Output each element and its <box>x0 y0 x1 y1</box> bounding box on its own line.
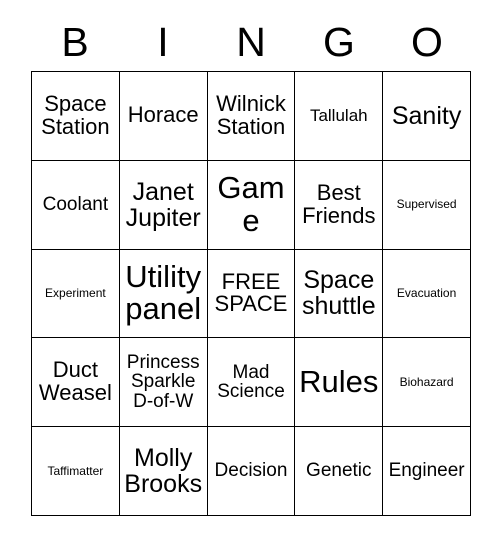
bingo-cell-label: Sanity <box>391 101 462 130</box>
bingo-cell-r5c2[interactable]: Molly Brooks <box>119 427 208 516</box>
bingo-cell-label: Space Station <box>41 91 110 139</box>
bingo-cell-label: Coolant <box>42 193 109 215</box>
bingo-cell-r3c5[interactable]: Evacuation <box>383 249 471 339</box>
bingo-cell-label: Engineer <box>388 460 465 482</box>
bingo-cell-label: Game <box>217 170 285 238</box>
bingo-cell-r2c1[interactable]: Coolant <box>32 160 120 250</box>
bingo-header-letter-n: N <box>236 19 266 65</box>
bingo-cell-r1c4[interactable]: Tallulah <box>295 72 384 161</box>
bingo-cell-r3c2[interactable]: Utility panel <box>119 249 208 339</box>
bingo-cell-r4c3[interactable]: Mad Science <box>207 338 296 428</box>
bingo-cell-r2c2[interactable]: Janet Jupiter <box>119 160 208 250</box>
bingo-cell-r1c3[interactable]: Wilnick Station <box>207 72 296 161</box>
bingo-cell-r4c2[interactable]: Princess Sparkle D-of-W <box>119 338 208 428</box>
bingo-cell-label: Decision <box>214 460 288 482</box>
bingo-cell-label: Best Friends <box>302 179 376 228</box>
bingo-cell-label: Duct Weasel <box>38 357 112 406</box>
bingo-cell-r5c1[interactable]: Taffimatter <box>32 427 120 516</box>
bingo-cell-r3c3[interactable]: FREE SPACE <box>207 249 296 339</box>
bingo-cell-r2c3[interactable]: Game <box>207 160 296 250</box>
bingo-header-letter-i: I <box>157 19 169 65</box>
bingo-cell-label: Space shuttle <box>301 266 376 321</box>
bingo-cell-r3c1[interactable]: Experiment <box>32 249 120 339</box>
bingo-cell-label: Wilnick Station <box>216 91 286 139</box>
bingo-cell-r2c5[interactable]: Supervised <box>383 160 471 250</box>
bingo-cell-label: Princess Sparkle D-of-W <box>126 351 200 413</box>
bingo-cell-r4c5[interactable]: Biohazard <box>383 338 471 428</box>
bingo-cell-r1c2[interactable]: Horace <box>119 72 208 161</box>
bingo-cell-label: Molly Brooks <box>124 444 203 499</box>
bingo-cell-label: Supervised <box>396 197 457 212</box>
bingo-cell-r4c4[interactable]: Rules <box>295 338 384 428</box>
bingo-grid: Space Station Horace Wilnick Station Tallul… <box>31 71 471 516</box>
bingo-cell-r4c1[interactable]: Duct Weasel <box>32 338 120 428</box>
bingo-cell-r5c5[interactable]: Engineer <box>383 427 471 516</box>
bingo-cell-label: Experiment <box>45 286 106 301</box>
bingo-cell-r5c4[interactable]: Genetic <box>295 427 384 516</box>
bingo-cell-label: Mad Science <box>217 361 285 403</box>
bingo-cell-label: Biohazard <box>399 375 454 390</box>
bingo-cell-label: Evacuation <box>396 286 457 301</box>
bingo-cell-r3c4[interactable]: Space shuttle <box>295 249 384 339</box>
bingo-header-row: B I N G O <box>31 14 471 71</box>
bingo-cell-label: Janet Jupiter <box>125 177 201 232</box>
bingo-header-letter-o: O <box>411 19 443 65</box>
bingo-card: B I N G O Space Station Horace Wilnick Sta… <box>0 0 500 544</box>
bingo-cell-label: FREE SPACE <box>214 268 288 317</box>
bingo-cell-label: Taffimatter <box>47 463 104 478</box>
bingo-cell-r1c1[interactable]: Space Station <box>32 72 120 161</box>
bingo-cell-r2c4[interactable]: Best Friends <box>295 160 384 250</box>
bingo-header-letter-g: G <box>323 19 355 65</box>
bingo-cell-r5c3[interactable]: Decision <box>207 427 296 516</box>
bingo-cell-r1c5[interactable]: Sanity <box>383 72 471 161</box>
bingo-cell-label: Rules <box>299 364 379 400</box>
bingo-header-letter-b: B <box>61 19 89 65</box>
bingo-cell-label: Tallulah <box>309 106 368 126</box>
bingo-cell-label: Genetic <box>306 460 372 482</box>
bingo-cell-label: Utility panel <box>125 259 202 327</box>
bingo-cell-label: Horace <box>127 102 199 128</box>
